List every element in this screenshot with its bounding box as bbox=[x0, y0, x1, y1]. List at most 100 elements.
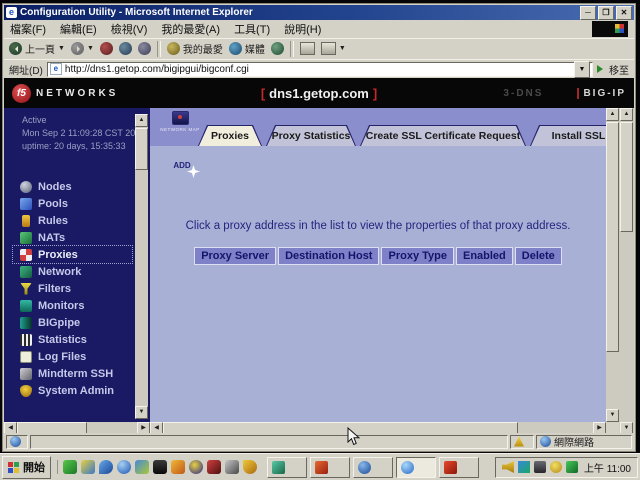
print-button[interactable]: ▼ bbox=[321, 42, 346, 55]
home-icon bbox=[138, 42, 151, 55]
forward-dropdown-icon[interactable]: ▼ bbox=[87, 45, 94, 52]
status-bar: 網際網路 bbox=[4, 433, 634, 450]
sidebar-vertical-scrollbar[interactable]: ▲ ▼ bbox=[135, 114, 148, 419]
back-dropdown-icon[interactable]: ▼ bbox=[58, 45, 65, 52]
history-button[interactable] bbox=[271, 42, 284, 55]
frame-vertical-scrollbar[interactable]: ▲ ▼ bbox=[606, 108, 619, 422]
add-proxy-button[interactable]: ADD bbox=[168, 160, 196, 170]
quicklaunch-icon-10[interactable] bbox=[225, 460, 239, 474]
refresh-button[interactable] bbox=[119, 42, 132, 55]
task-window-ie-active[interactable] bbox=[396, 457, 436, 478]
task-window-5[interactable] bbox=[439, 457, 479, 478]
mail-button[interactable] bbox=[300, 42, 315, 55]
go-button[interactable]: 移至 bbox=[597, 62, 629, 77]
sidebar-item-nodes[interactable]: Nodes bbox=[13, 178, 132, 195]
address-input[interactable]: e http://dns1.getop.com/bigipgui/bigconf… bbox=[47, 62, 593, 77]
column-proxy-server[interactable]: Proxy Server bbox=[194, 247, 276, 265]
menu-tools[interactable]: 工具(T) bbox=[234, 21, 270, 37]
pools-icon bbox=[20, 198, 32, 210]
quicklaunch-icon-8[interactable] bbox=[189, 460, 203, 474]
add-label: ADD bbox=[168, 161, 196, 170]
scrollbar-thumb[interactable] bbox=[135, 128, 148, 170]
sidebar-item-bigpipe[interactable]: BIGpipe bbox=[13, 314, 132, 331]
nodes-icon bbox=[20, 181, 32, 193]
sidebar-item-nats[interactable]: NATs bbox=[13, 229, 132, 246]
tab-create-ssl-certificate-request[interactable]: Create SSL Certificate Request bbox=[360, 125, 526, 146]
sidebar-item-system-admin[interactable]: System Admin bbox=[13, 382, 132, 399]
quicklaunch-icon-7[interactable] bbox=[171, 460, 185, 474]
back-button[interactable]: 上一頁 ▼ bbox=[9, 41, 65, 56]
column-enabled[interactable]: Enabled bbox=[456, 247, 513, 265]
sidebar-item-monitors[interactable]: Monitors bbox=[13, 297, 132, 314]
tab-proxies[interactable]: Proxies bbox=[198, 125, 262, 146]
quicklaunch-icon-2[interactable] bbox=[81, 460, 95, 474]
sidebar-item-proxies[interactable]: Proxies bbox=[13, 246, 132, 263]
menu-favorites[interactable]: 我的最愛(A) bbox=[161, 21, 220, 37]
start-button[interactable]: 開始 bbox=[2, 456, 51, 479]
taskbar: 開始 上午 11:00 bbox=[0, 453, 640, 480]
scroll-down-icon[interactable]: ▼ bbox=[606, 409, 619, 422]
sidebar-item-filters[interactable]: Filters bbox=[13, 280, 132, 297]
column-destination-host[interactable]: Destination Host bbox=[278, 247, 379, 265]
column-proxy-type[interactable]: Proxy Type bbox=[381, 247, 454, 265]
scroll-up-icon[interactable]: ▲ bbox=[135, 114, 148, 127]
scrollbar-thumb[interactable] bbox=[620, 122, 633, 232]
quicklaunch-icon-6[interactable] bbox=[153, 460, 167, 474]
browser-window: e Configuration Utility - Microsoft Inte… bbox=[2, 3, 636, 452]
forward-button[interactable]: ▼ bbox=[71, 42, 94, 55]
task-window-2[interactable] bbox=[310, 457, 350, 478]
sidebar-item-pools[interactable]: Pools bbox=[13, 195, 132, 212]
menu-file[interactable]: 檔案(F) bbox=[10, 21, 46, 37]
back-icon bbox=[9, 42, 22, 55]
window-controls: ─ ❐ ✕ bbox=[580, 6, 632, 20]
media-button[interactable]: 媒體 bbox=[229, 41, 265, 56]
quicklaunch-icon-9[interactable] bbox=[207, 460, 221, 474]
tray-icon-2[interactable] bbox=[518, 461, 530, 473]
quicklaunch-icon-1[interactable] bbox=[63, 460, 77, 474]
favorites-button[interactable]: 我的最愛 bbox=[167, 41, 223, 56]
quicklaunch-icon-4[interactable] bbox=[117, 460, 131, 474]
scroll-up-icon[interactable]: ▲ bbox=[620, 108, 633, 121]
link-bigip[interactable]: BIG-IP bbox=[577, 88, 626, 99]
task-window-1[interactable] bbox=[267, 457, 307, 478]
menu-view[interactable]: 檢視(V) bbox=[111, 21, 148, 37]
column-delete[interactable]: Delete bbox=[515, 247, 562, 265]
network-map-button[interactable]: NETWORK MAP bbox=[158, 111, 202, 132]
maximize-button[interactable]: ❐ bbox=[598, 6, 614, 20]
security-warning-icon bbox=[514, 437, 524, 447]
task-window-3[interactable] bbox=[353, 457, 393, 478]
menu-bar: 檔案(F) 編輯(E) 檢視(V) 我的最愛(A) 工具(T) 說明(H) bbox=[4, 20, 634, 38]
scrollbar-thumb[interactable] bbox=[606, 122, 619, 352]
quicklaunch-icon-3[interactable] bbox=[99, 460, 113, 474]
windows-logo-icon bbox=[8, 462, 20, 473]
menu-edit[interactable]: 編輯(E) bbox=[60, 21, 97, 37]
tab-install-ssl-certificate[interactable]: Install SSL Certifi bbox=[530, 125, 606, 146]
title-bar[interactable]: e Configuration Utility - Microsoft Inte… bbox=[4, 5, 634, 20]
display-icon[interactable] bbox=[534, 461, 546, 473]
stop-button[interactable] bbox=[100, 42, 113, 55]
sidebar-item-network[interactable]: Network bbox=[13, 263, 132, 280]
window-vertical-scrollbar[interactable]: ▲ ▼ bbox=[619, 108, 634, 435]
tab-proxy-statistics[interactable]: Proxy Statistics bbox=[266, 125, 356, 146]
link-3dns[interactable]: 3-DNS bbox=[503, 88, 543, 99]
scroll-down-icon[interactable]: ▼ bbox=[135, 406, 148, 419]
home-button[interactable] bbox=[138, 42, 151, 55]
close-button[interactable]: ✕ bbox=[616, 6, 632, 20]
menu-help[interactable]: 說明(H) bbox=[284, 21, 321, 37]
minimize-button[interactable]: ─ bbox=[580, 6, 596, 20]
nats-icon bbox=[20, 232, 32, 244]
tray-icon-5[interactable] bbox=[566, 461, 578, 473]
web-page: f5 NETWORKS [dns1.getop.com] 3-DNS BIG-I… bbox=[4, 78, 634, 435]
sidebar-item-logfiles[interactable]: Log Files bbox=[13, 348, 132, 365]
sidebar-item-statistics[interactable]: Statistics bbox=[13, 331, 132, 348]
go-arrow-icon bbox=[597, 65, 607, 73]
scroll-up-icon[interactable]: ▲ bbox=[606, 108, 619, 121]
sidebar-item-mindterm-ssh[interactable]: Mindterm SSH bbox=[13, 365, 132, 382]
sidebar-item-rules[interactable]: Rules bbox=[13, 212, 132, 229]
address-dropdown-button[interactable]: ▼ bbox=[574, 61, 590, 78]
site-header: f5 NETWORKS [dns1.getop.com] 3-DNS BIG-I… bbox=[4, 78, 634, 108]
volume-icon[interactable] bbox=[502, 461, 514, 473]
quicklaunch-icon-5[interactable] bbox=[135, 460, 149, 474]
quicklaunch-icon-11[interactable] bbox=[243, 460, 257, 474]
tray-icon-4[interactable] bbox=[550, 461, 562, 473]
